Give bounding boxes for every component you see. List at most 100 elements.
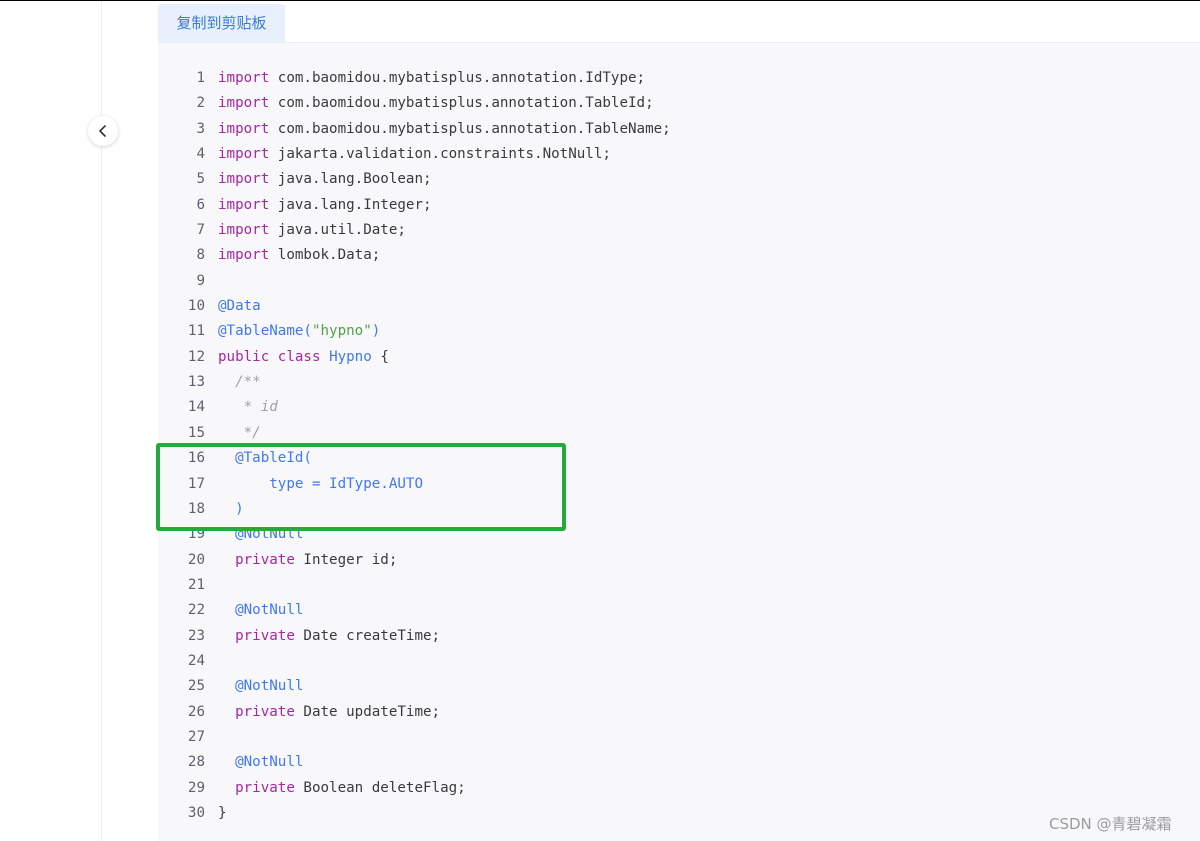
line-number: 11 bbox=[187, 323, 205, 340]
code-text: /** bbox=[218, 370, 261, 395]
line-number: 10 bbox=[187, 298, 205, 315]
code-token: Hypno bbox=[329, 348, 372, 365]
line-number: 28 bbox=[187, 754, 205, 771]
code-token: @NotNull bbox=[235, 754, 304, 771]
code-text: private Date updateTime; bbox=[218, 700, 440, 725]
code-token: java.lang.Boolean; bbox=[269, 171, 432, 188]
window-top-border bbox=[0, 0, 1200, 1]
code-token: Date createTime; bbox=[294, 627, 441, 644]
code-text: @NotNull bbox=[218, 598, 303, 623]
line-number: 13 bbox=[187, 374, 205, 391]
highlight-box bbox=[156, 443, 566, 531]
code-token: private bbox=[235, 551, 295, 568]
code-token: @NotNull bbox=[235, 678, 304, 695]
code-panel-border bbox=[158, 42, 1200, 43]
code-token: import bbox=[218, 171, 270, 188]
code-token: import bbox=[218, 222, 270, 239]
chevron-left-icon bbox=[99, 125, 106, 137]
code-token: */ bbox=[218, 424, 261, 441]
code-text: private Integer id; bbox=[218, 548, 397, 573]
line-number: 5 bbox=[196, 171, 205, 188]
line-number: 29 bbox=[187, 779, 205, 796]
code-token: class bbox=[277, 348, 321, 365]
line-number: 14 bbox=[187, 399, 205, 416]
code-token: public bbox=[218, 348, 270, 365]
code-token: private bbox=[235, 703, 295, 720]
watermark: CSDN @青碧凝霜 bbox=[1049, 815, 1172, 833]
line-number: 12 bbox=[187, 348, 205, 365]
line-number: 21 bbox=[187, 576, 205, 593]
line-number: 23 bbox=[187, 627, 205, 644]
line-number: 22 bbox=[187, 602, 205, 619]
code-token: import bbox=[218, 196, 270, 213]
line-number: 20 bbox=[187, 551, 205, 568]
code-text: import com.baomidou.mybatisplus.annotati… bbox=[218, 117, 671, 142]
code-token: @Data bbox=[218, 298, 261, 315]
code-token: com.baomidou.mybatisplus.annotation.Tabl… bbox=[269, 95, 654, 112]
code-token: "hypno" bbox=[311, 323, 372, 340]
code-text: import java.lang.Boolean; bbox=[218, 167, 432, 192]
code-token: import bbox=[218, 70, 270, 86]
code-token: jakarta.validation.constraints.NotNull; bbox=[269, 146, 611, 163]
code-text: } bbox=[218, 801, 227, 826]
code-token: import bbox=[218, 247, 270, 264]
code-text: public class Hypno { bbox=[218, 345, 389, 370]
code-text: import lombok.Data; bbox=[218, 243, 380, 268]
code-text: @Data bbox=[218, 294, 261, 319]
code-token: } bbox=[218, 804, 227, 821]
code-token: ) bbox=[371, 323, 381, 340]
code-text: private Boolean deleteFlag; bbox=[218, 776, 466, 801]
line-number: 27 bbox=[187, 728, 205, 745]
line-number: 30 bbox=[187, 804, 205, 821]
code-token: import bbox=[218, 120, 270, 137]
code-token: com.baomidou.mybatisplus.annotation.Tabl… bbox=[269, 120, 671, 137]
code-text: import com.baomidou.mybatisplus.annotati… bbox=[218, 66, 645, 91]
code-token: Date updateTime; bbox=[294, 703, 441, 720]
line-number: 1 bbox=[196, 70, 205, 86]
code-token: lombok.Data; bbox=[269, 247, 381, 264]
code-token: import bbox=[218, 95, 270, 112]
line-number: 7 bbox=[196, 222, 205, 239]
code-text: private Date createTime; bbox=[218, 624, 440, 649]
code-token: * id bbox=[218, 399, 278, 416]
code-token: { bbox=[371, 348, 389, 365]
code-token: import bbox=[218, 146, 270, 163]
code-token: com.baomidou.mybatisplus.annotation.IdTy… bbox=[269, 70, 646, 86]
line-number: 2 bbox=[196, 95, 205, 112]
code-text: @NotNull bbox=[218, 674, 303, 699]
copy-to-clipboard-button[interactable]: 复制到剪贴板 bbox=[158, 4, 285, 42]
code-text: import com.baomidou.mybatisplus.annotati… bbox=[218, 91, 654, 116]
line-number: 3 bbox=[196, 120, 205, 137]
code-text: import jakarta.validation.constraints.No… bbox=[218, 142, 611, 167]
line-number: 24 bbox=[187, 652, 205, 669]
collapse-sidebar-button[interactable] bbox=[88, 116, 118, 146]
line-number: 25 bbox=[187, 678, 205, 695]
code-token: java.util.Date; bbox=[269, 222, 406, 239]
code-text: import java.util.Date; bbox=[218, 218, 406, 243]
line-number: 4 bbox=[196, 146, 205, 163]
code-text: @TableName("hypno") bbox=[218, 319, 380, 344]
code-token: java.lang.Integer; bbox=[269, 196, 432, 213]
code-text: @NotNull bbox=[218, 750, 303, 775]
code-token: Integer id; bbox=[294, 551, 398, 568]
code-token: @NotNull bbox=[235, 602, 304, 619]
code-text: import java.lang.Integer; bbox=[218, 193, 432, 218]
code-token: private bbox=[235, 627, 295, 644]
line-number: 26 bbox=[187, 703, 205, 720]
code-token: @TableName( bbox=[218, 323, 312, 340]
code-token: /** bbox=[218, 374, 261, 391]
line-number: 9 bbox=[196, 272, 205, 289]
code-token: private bbox=[235, 779, 295, 796]
code-token: Boolean deleteFlag; bbox=[294, 779, 466, 796]
code-text: * id bbox=[218, 395, 278, 420]
line-number: 8 bbox=[196, 247, 205, 264]
